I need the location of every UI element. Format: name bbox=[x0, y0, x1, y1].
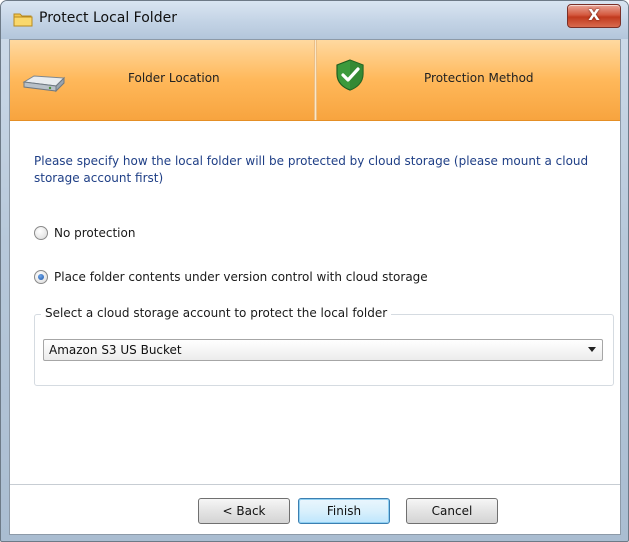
instruction-text: Please specify how the local folder will… bbox=[34, 154, 589, 185]
title-bar[interactable]: Protect Local Folder X bbox=[1, 1, 628, 39]
step-label: Folder Location bbox=[128, 71, 220, 85]
radio-no-protection[interactable] bbox=[34, 226, 48, 240]
close-icon: X bbox=[588, 6, 600, 24]
select-value: Amazon S3 US Bucket bbox=[49, 343, 182, 357]
step-protection-method: Protection Method bbox=[316, 40, 620, 120]
cancel-button[interactable]: Cancel bbox=[406, 498, 498, 524]
option-version-control[interactable]: Place folder contents under version cont… bbox=[34, 268, 428, 286]
back-button[interactable]: < Back bbox=[198, 498, 290, 524]
drive-icon bbox=[22, 75, 66, 93]
chevron-down-icon[interactable] bbox=[588, 347, 596, 352]
shield-check-icon bbox=[336, 59, 364, 91]
window-title: Protect Local Folder bbox=[39, 10, 177, 26]
dialog-content: Folder Location Protection Method Please… bbox=[9, 39, 621, 535]
step-label: Protection Method bbox=[424, 71, 534, 85]
cloud-account-select[interactable]: Amazon S3 US Bucket bbox=[43, 339, 603, 361]
option-label[interactable]: Place folder contents under version cont… bbox=[54, 270, 428, 284]
dialog-window: Protect Local Folder X Folder Location P… bbox=[0, 0, 629, 542]
step-folder-location: Folder Location bbox=[10, 40, 315, 120]
wizard-steps: Folder Location Protection Method bbox=[10, 40, 620, 121]
finish-button[interactable]: Finish bbox=[298, 498, 390, 524]
option-no-protection[interactable]: No protection bbox=[34, 224, 135, 242]
account-groupbox: Select a cloud storage account to protec… bbox=[34, 306, 614, 386]
close-button[interactable]: X bbox=[567, 4, 621, 28]
groupbox-legend: Select a cloud storage account to protec… bbox=[41, 306, 392, 320]
option-label[interactable]: No protection bbox=[54, 226, 135, 240]
radio-version-control[interactable] bbox=[34, 270, 48, 284]
button-separator bbox=[10, 484, 620, 485]
folder-icon bbox=[13, 13, 33, 27]
